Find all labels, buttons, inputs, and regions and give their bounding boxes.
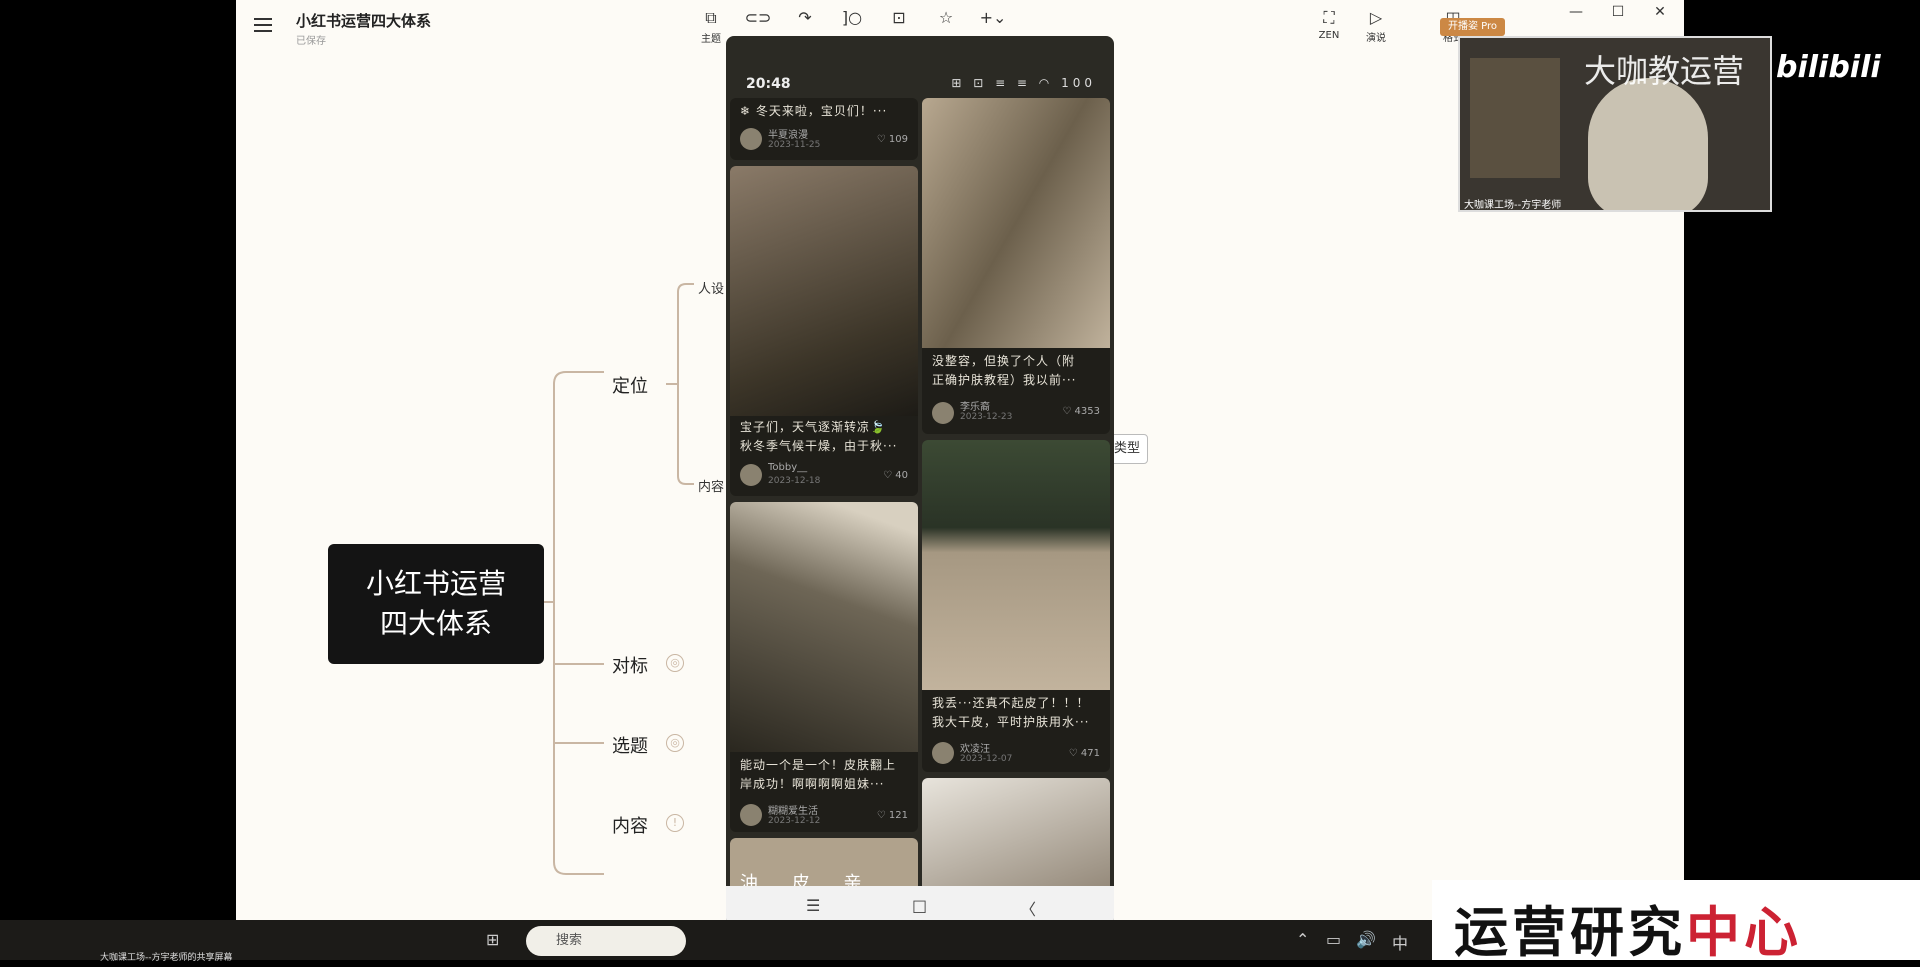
present-button[interactable]: ▷ 演说 (1359, 8, 1393, 44)
like-count[interactable]: ♡ 40 (883, 470, 908, 481)
collapse-toggle-icon[interactable]: ! (666, 814, 684, 832)
presenter-video (1588, 78, 1708, 210)
marker-icon: ☆ (938, 8, 954, 27)
document-title: 小红书运营四大体系 (296, 12, 432, 30)
minimize-button[interactable]: — (1566, 4, 1586, 20)
summary-icon: ]○ (841, 8, 863, 27)
avatar (740, 804, 762, 826)
present-icon: ▷ (1369, 8, 1383, 27)
recent-apps-icon[interactable]: ☰ (806, 896, 820, 915)
note-cover-image (730, 166, 918, 416)
branch-topic-selection[interactable]: 选题 (612, 732, 648, 758)
collapse-toggle-icon[interactable]: ◎ (666, 734, 684, 752)
boundary-icon: ⊡ (892, 8, 906, 27)
like-count[interactable]: ♡ 471 (1069, 748, 1100, 759)
channel-banner: 运营研究中心 (1432, 880, 1920, 964)
note-title: 没整容，但换了个人（附 正确护肤教程）我以前··· (932, 354, 1077, 387)
subtopic-button[interactable]: ⊂⊃ (741, 8, 775, 27)
avatar (932, 742, 954, 764)
insert-icon: +⌄ (979, 8, 1007, 27)
taskbar-search-box[interactable]: 搜索 (526, 926, 686, 956)
avatar (740, 128, 762, 150)
save-status: 已保存 (296, 36, 326, 47)
back-icon[interactable]: 〈 (1020, 896, 1036, 920)
subtopic-icon: ⊂⊃ (744, 8, 772, 27)
note-card[interactable]: ❄ 冬天来啦，宝贝们！··· 半夏浪漫 2023-11-25 ♡ 109 (730, 98, 918, 160)
note-title: 我丢···还真不起皮了！！！ 我大干皮，平时护肤用水··· (932, 696, 1090, 729)
close-button[interactable]: ✕ (1650, 4, 1670, 20)
insert-button[interactable]: +⌄ (976, 8, 1010, 27)
root-topic[interactable]: 小红书运营 四大体系 (328, 544, 544, 664)
network-icon[interactable]: ▭ (1326, 930, 1341, 949)
subtopic-content[interactable]: 内容 (698, 476, 724, 495)
relation-icon: ↷ (798, 8, 812, 27)
branch-benchmark[interactable]: 对标 (612, 652, 648, 678)
like-count[interactable]: ♡ 4353 (1062, 406, 1100, 417)
relation-button[interactable]: ↷ (788, 8, 822, 27)
collapse-toggle-icon[interactable]: ◎ (666, 654, 684, 672)
bookshelf-background (1470, 58, 1560, 178)
bilibili-logo: bilibili (1776, 50, 1881, 85)
note-card[interactable]: 宝子们，天气逐渐转凉🍃 秋冬季气候干燥，由于秋··· Tobby__ 2023-1… (730, 166, 918, 496)
note-title: 能动一个是一个！皮肤翻上 岸成功！啊啊啊啊姐妹··· (740, 758, 897, 791)
broadcast-badge: 开播姿 Pro (1440, 18, 1506, 36)
note-title: 宝子们，天气逐渐转凉🍃 秋冬季气候干燥，由于秋··· (740, 420, 898, 453)
like-count[interactable]: ♡ 109 (877, 134, 908, 145)
zen-button[interactable]: ⛶ ZEN (1312, 8, 1346, 41)
input-method-indicator[interactable]: 中 (1392, 930, 1408, 954)
presenter-name: 大咖课工场--方宇老师 (1464, 200, 1562, 211)
note-card[interactable]: 能动一个是一个！皮肤翻上 岸成功！啊啊啊啊姐妹··· 糊糊爱生活 2023-12-… (730, 502, 918, 832)
branch-positioning[interactable]: 定位 (612, 372, 648, 398)
phone-screen-mirror: 20:48 ⊞ ⊡ ≡ ≡ ◠ 100 ❄ 冬天来啦，宝贝们！··· 半夏浪漫 … (726, 36, 1114, 926)
zen-icon: ⛶ (1323, 8, 1335, 27)
subtopic-persona[interactable]: 人设 (698, 278, 724, 297)
banner-text: 运营研究中心 (1454, 901, 1802, 964)
avatar (932, 402, 954, 424)
note-cover-image (922, 440, 1110, 690)
phone-status-icons: ⊞ ⊡ ≡ ≡ ◠ 100 (951, 76, 1096, 90)
volume-icon[interactable]: 🔊 (1356, 930, 1376, 949)
tray-chevron-icon[interactable]: ⌃ (1296, 930, 1309, 949)
maximize-button[interactable]: ☐ (1608, 4, 1628, 20)
phone-clock: 20:48 (746, 76, 791, 92)
hamburger-menu-icon[interactable] (254, 18, 272, 32)
windows-start-icon[interactable]: ⊞ (486, 930, 499, 949)
topic-button[interactable]: ⧉ 主题 (694, 8, 728, 45)
note-card[interactable]: 没整容，但换了个人（附 正确护肤教程）我以前··· 李乐裔 2023-12-23 … (922, 98, 1110, 434)
channel-watermark: 大咖教运营 (1584, 52, 1745, 90)
summary-button[interactable]: ]○ (835, 8, 869, 27)
note-card[interactable]: 我丢···还真不起皮了！！！ 我大干皮，平时护肤用水··· 欢凌汪 2023-12… (922, 440, 1110, 772)
xiaohongshu-feed[interactable]: ❄ 冬天来啦，宝贝们！··· 半夏浪漫 2023-11-25 ♡ 109 宝子们… (730, 98, 1110, 926)
topic-icon: ⧉ (705, 8, 717, 27)
like-count[interactable]: ♡ 121 (877, 810, 908, 821)
boundary-button[interactable]: ⊡ (882, 8, 916, 27)
branch-content[interactable]: 内容 (612, 812, 648, 838)
home-icon[interactable]: □ (912, 896, 927, 915)
note-cover-image (922, 98, 1110, 348)
avatar (740, 464, 762, 486)
marker-button[interactable]: ☆ (929, 8, 963, 27)
note-cover-image (730, 502, 918, 752)
screen-share-label: 大咖课工场--方宇老师的共享屏幕 (100, 953, 233, 963)
